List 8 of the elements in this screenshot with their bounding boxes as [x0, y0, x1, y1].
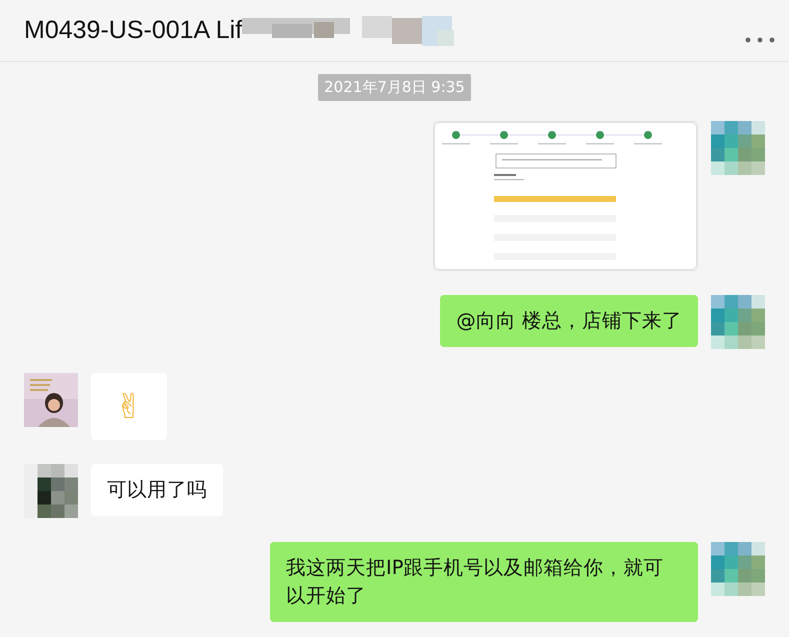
- more-icon[interactable]: [745, 36, 775, 42]
- message-bubble: 我这两天把IP跟手机号以及邮箱给你，就可以开始了: [270, 542, 698, 622]
- message-bubble: 可以用了吗: [91, 464, 223, 516]
- screenshot-thumbnail-drawing[interactable]: [433, 121, 698, 271]
- chat-title: M0439-US-001A Lif: [24, 16, 242, 45]
- message-bubble: ✌: [91, 373, 167, 440]
- message-bubble: @向向 楼总，店铺下来了: [440, 295, 698, 347]
- timestamp: 2021年7月8日 9:35: [318, 74, 471, 101]
